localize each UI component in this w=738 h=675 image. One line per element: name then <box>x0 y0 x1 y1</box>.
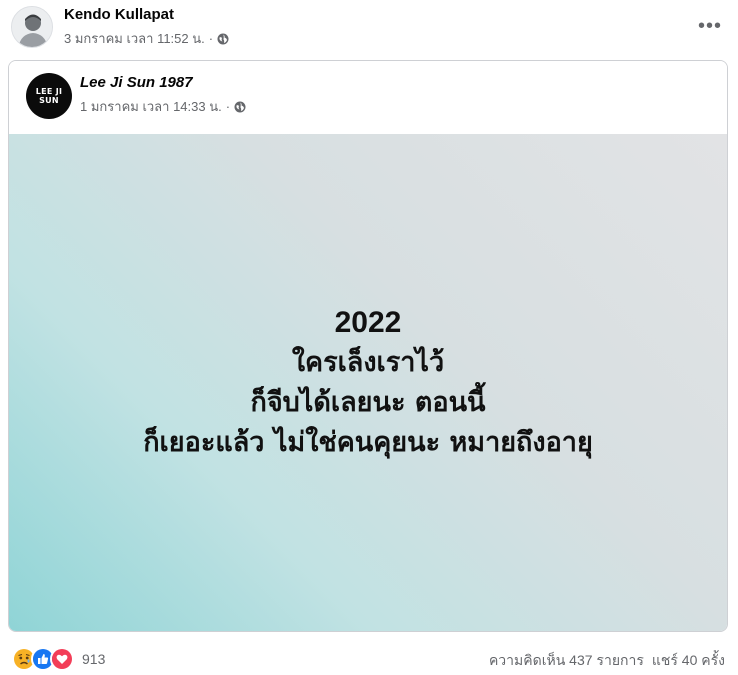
post-footer: 913 ความคิดเห็น 437 รายการ แชร์ 40 ครั้ง <box>0 640 738 675</box>
post-timestamp[interactable]: 3 มกราคม เวลา 11:52 น. <box>64 28 205 49</box>
meta-separator: · <box>208 31 214 46</box>
love-reaction-icon <box>50 647 74 671</box>
image-text-line-2: ใครเล็งเราไว้ <box>291 347 445 378</box>
more-horizontal-icon: ••• <box>697 14 722 37</box>
image-text-line-3: ก็จีบได้เลยนะ ตอนนี้ <box>250 387 486 418</box>
image-text-line-1: 2022 <box>334 306 402 339</box>
logo-text: LEE JI SUN <box>35 87 63 105</box>
post-image[interactable]: 2022 ใครเล็งเราไว้ ก็จีบได้เลยนะ ตอนนี้ … <box>9 134 727 631</box>
shared-post-card[interactable]: LEE JI SUN Lee Ji Sun 1987 1 มกราคม เวลา… <box>8 60 728 632</box>
meta-separator: · <box>225 99 231 114</box>
avatar-photo <box>12 7 52 47</box>
globe-icon[interactable] <box>217 33 229 45</box>
shared-post-header: LEE JI SUN Lee Ji Sun 1987 1 มกราคม เวลา… <box>9 61 727 134</box>
engagement-stats: ความคิดเห็น 437 รายการ แชร์ 40 ครั้ง <box>489 650 725 672</box>
post-header: Kendo Kullapat 3 มกราคม เวลา 11:52 น. · … <box>0 0 738 56</box>
author-avatar[interactable] <box>11 6 53 48</box>
reactions-summary[interactable]: 913 <box>12 647 105 671</box>
comments-count[interactable]: ความคิดเห็น 437 รายการ <box>489 650 644 672</box>
more-options-button[interactable]: ••• <box>696 12 724 40</box>
author-name[interactable]: Kendo Kullapat <box>64 6 174 23</box>
shared-post-timestamp[interactable]: 1 มกราคม เวลา 14:33 น. <box>80 96 222 117</box>
image-text-line-4: ก็เยอะแล้ว ไม่ใช่คนคุยนะ หมายถึงอายุ <box>143 427 593 458</box>
shared-post-meta: 1 มกราคม เวลา 14:33 น. · <box>80 96 246 117</box>
page-name[interactable]: Lee Ji Sun 1987 <box>80 74 193 91</box>
globe-icon[interactable] <box>234 101 246 113</box>
reaction-count[interactable]: 913 <box>82 651 105 667</box>
page-logo[interactable]: LEE JI SUN <box>26 73 72 119</box>
post-meta: 3 มกราคม เวลา 11:52 น. · <box>64 28 229 49</box>
shares-count[interactable]: แชร์ 40 ครั้ง <box>652 650 725 672</box>
